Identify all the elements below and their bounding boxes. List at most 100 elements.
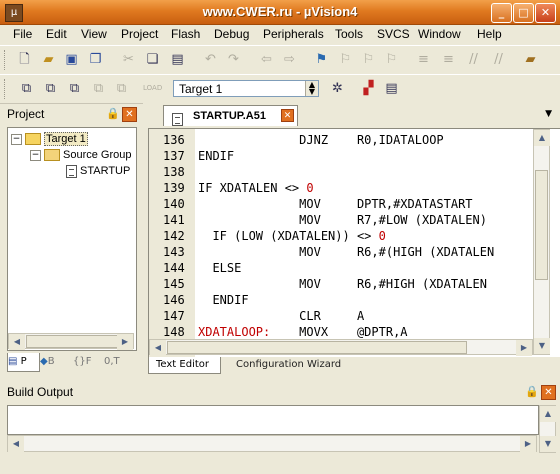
close-panel-icon[interactable]: ✕ [122,107,137,122]
menu-flash[interactable]: Flash [171,27,200,41]
close-button[interactable]: ✕ [535,3,556,23]
navigate-forward-icon[interactable]: ⇨ [281,51,298,68]
batch-build-icon[interactable]: ⧉ [90,80,107,97]
editor-tab-bar: STARTUP.A51 ✕ ▼ [143,103,560,126]
menu-bar: File Edit View Project Flash Debug Perip… [0,25,560,44]
minimize-button[interactable]: _ [491,3,512,23]
build-output-header: Build Output 🔒 ✕ [0,382,560,402]
tab-text-editor[interactable]: Text Editor [148,357,221,374]
paste-icon[interactable]: ▤ [169,51,186,68]
scroll-down-icon[interactable]: ▼ [540,436,556,452]
select-packs-icon[interactable]: ▤ [383,80,400,97]
undo-icon[interactable]: ↶ [202,51,219,68]
scroll-thumb[interactable] [535,170,548,280]
target-select-value: Target 1 [179,82,223,96]
editor-hscrollbar[interactable]: ◀ ▶ [149,339,533,356]
build-hscrollbar[interactable]: ◀ ▶ [7,435,537,452]
menu-peripherals[interactable]: Peripherals [263,27,324,41]
scroll-left-icon[interactable]: ◀ [8,436,24,452]
toolbar-grip[interactable] [4,50,8,70]
tree-hscrollbar[interactable]: ◀ ▶ [8,333,134,350]
window-title: www.CWER.ru - µVision4 [202,4,358,19]
pin-icon[interactable]: 🔒 [525,386,539,398]
pin-icon[interactable]: 🔒 [106,108,120,120]
collapse-icon[interactable]: − [11,133,22,145]
find-in-files-icon[interactable]: ▰ [522,51,539,68]
scroll-down-icon[interactable]: ▼ [534,338,550,354]
redo-icon[interactable]: ↷ [225,51,242,68]
menu-project[interactable]: Project [121,27,158,41]
tab-startup-a51[interactable]: STARTUP.A51 ✕ [163,105,298,126]
manage-components-icon[interactable]: ▞ [360,80,377,97]
menu-tools[interactable]: Tools [335,27,363,41]
scroll-up-icon[interactable]: ▲ [540,406,556,422]
menu-window[interactable]: Window [418,27,461,41]
file-icon [172,109,186,129]
toolbar-grip[interactable] [4,79,8,99]
scroll-thumb[interactable] [26,335,118,348]
folder-icon [44,149,60,162]
tab-configuration-wizard[interactable]: Configuration Wizard [224,357,341,373]
menu-svcs[interactable]: SVCS [377,27,410,41]
bookmark-icon[interactable]: ⚑ [313,51,330,68]
scroll-up-icon[interactable]: ▲ [534,130,550,146]
indent-icon[interactable]: ≡ [415,51,432,68]
target-options-icon[interactable]: ✲ [329,80,346,97]
standard-toolbar: 🗋 ▰ ▣ ❐ ✂ ❏ ▤ ↶ ↷ ⇦ ⇨ ⚑ ⚐ ⚐ ⚐ ≡ ≡ // // … [0,45,560,75]
clear-bookmarks-icon[interactable]: ⚐ [383,51,400,68]
tree-item-source-group[interactable]: − Source Group [30,147,131,163]
tree-item-file[interactable]: STARTUP [66,163,130,179]
menu-help[interactable]: Help [477,27,502,41]
cut-icon[interactable]: ✂ [120,51,137,68]
tree-item-target[interactable]: − Target 1 [11,131,88,147]
save-all-icon[interactable]: ❐ [87,51,104,68]
rebuild-icon[interactable]: ⧉ [66,80,83,97]
save-icon[interactable]: ▣ [63,51,80,68]
project-tab-icon: ▤ [8,356,18,367]
target-spin-icon[interactable]: ▲ ▼ [305,81,318,96]
tab-functions[interactable]: {}F [73,353,101,371]
menu-view[interactable]: View [81,27,107,41]
collapse-icon[interactable]: − [30,149,41,161]
title-bar[interactable]: µ www.CWER.ru - µVision4 _ □ ✕ [0,0,560,25]
load-icon[interactable]: LOAD [143,80,162,97]
tab-books[interactable]: ◆B [40,353,68,371]
build-vscrollbar[interactable]: ▲ ▼ [539,405,556,453]
scroll-thumb[interactable] [167,341,467,354]
close-tab-icon[interactable]: ✕ [281,109,294,122]
editor-mode-tabs: Text Editor Configuration Wizard [148,357,560,374]
project-tree: − Target 1 − Source Group STARTUP ◀ ▶ [7,127,137,351]
target-select[interactable]: Target 1 ▲ ▼ [173,80,319,97]
navigate-back-icon[interactable]: ⇦ [258,51,275,68]
unindent-icon[interactable]: ≡ [440,51,457,68]
scroll-left-icon[interactable]: ◀ [9,334,25,350]
tab-project[interactable]: ▤ P [7,353,40,372]
open-folder-icon[interactable]: ▰ [40,51,57,68]
tab-list-dropdown-icon[interactable]: ▼ [545,109,552,119]
menu-debug[interactable]: Debug [214,27,249,41]
books-tab-icon: ◆ [40,356,48,367]
target-folder-icon [25,133,41,146]
stop-build-icon[interactable]: ⧉ [113,80,130,97]
copy-icon[interactable]: ❏ [144,51,161,68]
code-editor[interactable]: 136 DJNZ R0,IDATALOOP 137 ENDIF 138 139 IF… [148,128,560,357]
scroll-right-icon[interactable]: ▶ [117,334,133,350]
maximize-button[interactable]: □ [513,3,534,23]
menu-file[interactable]: File [13,27,32,41]
build-icon[interactable]: ⧉ [42,80,59,97]
build-output-area[interactable] [7,405,539,435]
editor-vscrollbar[interactable]: ▲ ▼ [533,129,550,355]
translate-icon[interactable]: ⧉ [18,80,35,97]
scroll-right-icon[interactable]: ▶ [516,340,532,356]
scroll-right-icon[interactable]: ▶ [520,436,536,452]
close-panel-icon[interactable]: ✕ [541,385,556,400]
scroll-left-icon[interactable]: ◀ [150,340,166,356]
menu-edit[interactable]: Edit [46,27,67,41]
project-panel-title: Project [7,107,45,121]
prev-bookmark-icon[interactable]: ⚐ [337,51,354,68]
tab-templates[interactable]: 0,T [104,353,134,371]
uncomment-icon[interactable]: // [490,51,507,68]
comment-icon[interactable]: // [465,51,482,68]
new-file-icon[interactable]: 🗋 [16,51,33,68]
next-bookmark-icon[interactable]: ⚐ [360,51,377,68]
